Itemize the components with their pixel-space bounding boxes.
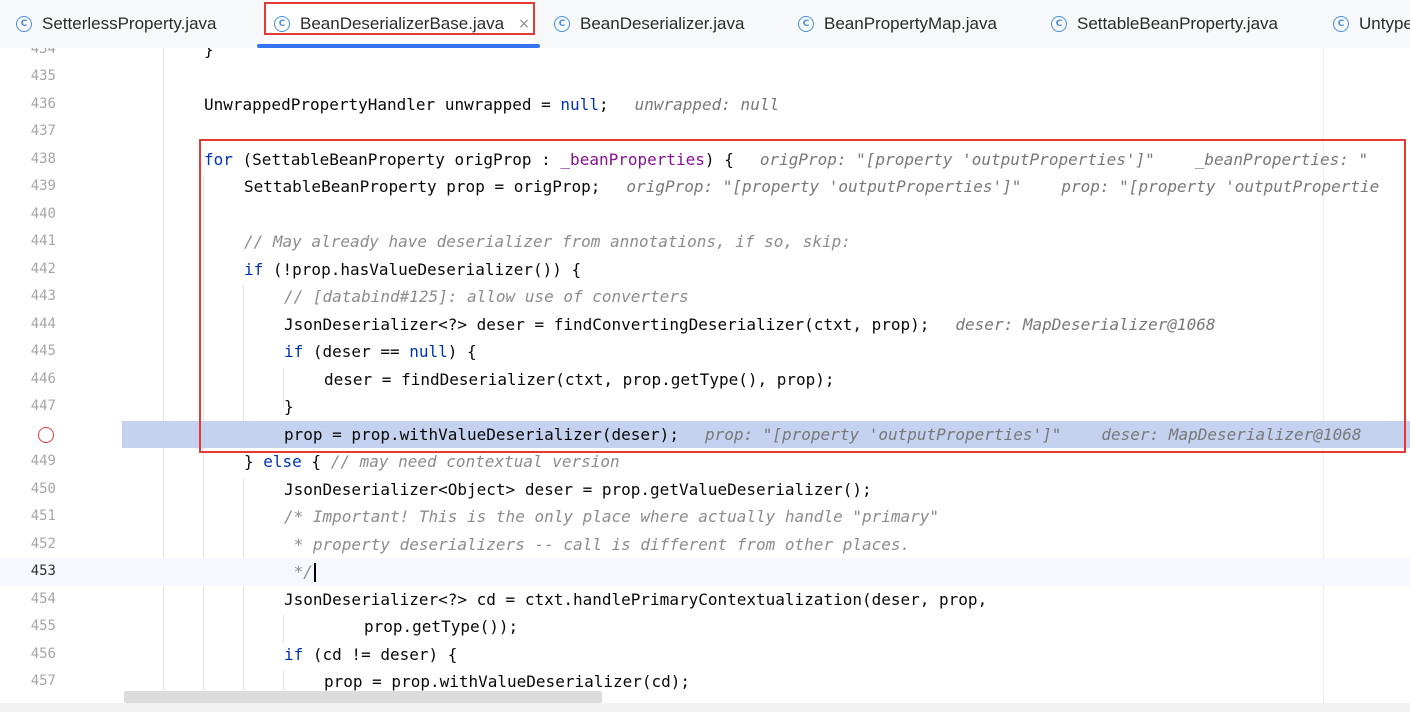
breakpoint-icon[interactable]	[38, 426, 54, 443]
line-number: 434	[30, 48, 56, 57]
line-number: 455	[30, 618, 56, 634]
line-number: 456	[30, 645, 56, 662]
code-line[interactable]: 454 JsonDeserializer<?> cd = ctxt.handleP…	[0, 586, 1410, 614]
comment-token: */	[284, 562, 313, 581]
code-token: }	[244, 452, 264, 471]
line-number: 454	[30, 590, 56, 607]
keyword-token: if	[284, 644, 304, 664]
code-token: prop.getType());	[364, 617, 519, 636]
code-line[interactable]: 450 JsonDeserializer<Object> deser = prop…	[0, 476, 1410, 504]
code-token: (cd != deser) {	[303, 644, 458, 664]
comment-token: * property deserializers -- call is diff…	[284, 534, 911, 554]
annotation-box-code	[199, 139, 1406, 453]
line-number: 444	[30, 315, 56, 332]
horizontal-scrollbar[interactable]	[124, 691, 602, 703]
tab-untyped[interactable]: C Untype	[1333, 0, 1410, 47]
line-number: 443	[30, 288, 56, 304]
tab-label: Untype	[1359, 13, 1410, 33]
line-number: 439	[30, 178, 56, 194]
code-text: */	[284, 558, 316, 586]
code-line[interactable]: 451 /* Important! This is the only place …	[0, 503, 1410, 531]
comment-token: /* Important! This is the only place whe…	[284, 507, 940, 526]
annotation-box-tab	[264, 2, 535, 35]
code-text: }	[204, 48, 214, 63]
editor-tab-bar: C SetterlessProperty.java C BeanDeserial…	[0, 0, 1410, 49]
line-number: 441	[30, 233, 56, 249]
code-text: if (cd != deser) {	[284, 641, 457, 669]
code-token: ;	[598, 94, 609, 114]
code-token: UnwrappedPropertyHandler unwrapped =	[204, 94, 561, 114]
class-icon: C	[1333, 15, 1349, 32]
text-cursor	[313, 563, 316, 582]
code-text: JsonDeserializer<?> cd = ctxt.handlePrim…	[284, 586, 987, 614]
tab-label: SetterlessProperty.java	[42, 13, 217, 33]
class-icon: C	[554, 15, 570, 32]
class-icon: C	[1051, 15, 1067, 32]
code-line[interactable]: 452 * property deserializers -- call is …	[0, 531, 1410, 559]
line-number: 435	[30, 68, 56, 84]
line-number: 440	[30, 205, 56, 222]
line-number: 438	[30, 150, 56, 167]
keyword-token: else	[263, 452, 302, 471]
line-number: 457	[30, 673, 56, 689]
tab-settable-bean-property[interactable]: C SettableBeanProperty.java	[1051, 0, 1278, 47]
code-line[interactable]: 435	[0, 63, 1410, 91]
line-number: 449	[30, 453, 56, 469]
code-token: prop = prop.withValueDeserializer(cd);	[324, 672, 691, 691]
code-token: }	[204, 48, 214, 59]
code-text: /* Important! This is the only place whe…	[284, 503, 939, 531]
line-number: 447	[30, 398, 56, 414]
tab-label: BeanPropertyMap.java	[824, 13, 997, 33]
tab-setterless-property[interactable]: C SetterlessProperty.java	[16, 0, 216, 47]
code-line[interactable]: 434}	[0, 48, 1410, 63]
tab-label: BeanDeserializer.java	[580, 13, 745, 33]
code-token: JsonDeserializer<Object> deser = prop.ge…	[284, 479, 872, 499]
code-text: prop.getType());	[364, 613, 518, 641]
code-editor[interactable]: 434} 435 436 UnwrappedPropertyHandler unwra…	[0, 48, 1410, 712]
code-line[interactable]: 455 prop.getType());	[0, 613, 1410, 641]
code-token: {	[301, 452, 331, 471]
code-line[interactable]: 456 if (cd != deser) {	[0, 641, 1410, 669]
code-text: * property deserializers -- call is diff…	[284, 531, 911, 559]
code-text: JsonDeserializer<Object> deser = prop.ge…	[284, 476, 872, 504]
tab-bean-deserializer[interactable]: C BeanDeserializer.java	[554, 0, 744, 47]
keyword-token: null	[560, 94, 599, 114]
line-number: 446	[30, 370, 56, 387]
line-number: 452	[30, 535, 56, 552]
line-number: 436	[30, 95, 56, 112]
line-number: 442	[30, 260, 56, 277]
code-token: JsonDeserializer<?> cd = ctxt.handlePrim…	[284, 589, 988, 609]
line-number: 453	[30, 563, 56, 579]
comment-token: // may need contextual version	[330, 452, 620, 471]
line-number: 445	[30, 343, 56, 359]
code-text: UnwrappedPropertyHandler unwrapped = nul…	[204, 91, 779, 119]
code-line[interactable]: 436 UnwrappedPropertyHandler unwrapped = …	[0, 91, 1410, 119]
gutter-background	[0, 420, 122, 448]
tab-label: SettableBeanProperty.java	[1077, 13, 1278, 33]
inline-debug-value: unwrapped: null	[634, 94, 780, 114]
editor-bottom-strip	[0, 703, 1410, 712]
line-number: 451	[30, 508, 56, 524]
class-icon: C	[16, 15, 32, 32]
class-icon: C	[798, 15, 814, 32]
code-line[interactable]: 453 */	[0, 558, 1410, 586]
line-number: 437	[30, 123, 56, 139]
line-number: 450	[30, 480, 56, 497]
tab-bean-property-map[interactable]: C BeanPropertyMap.java	[798, 0, 997, 47]
